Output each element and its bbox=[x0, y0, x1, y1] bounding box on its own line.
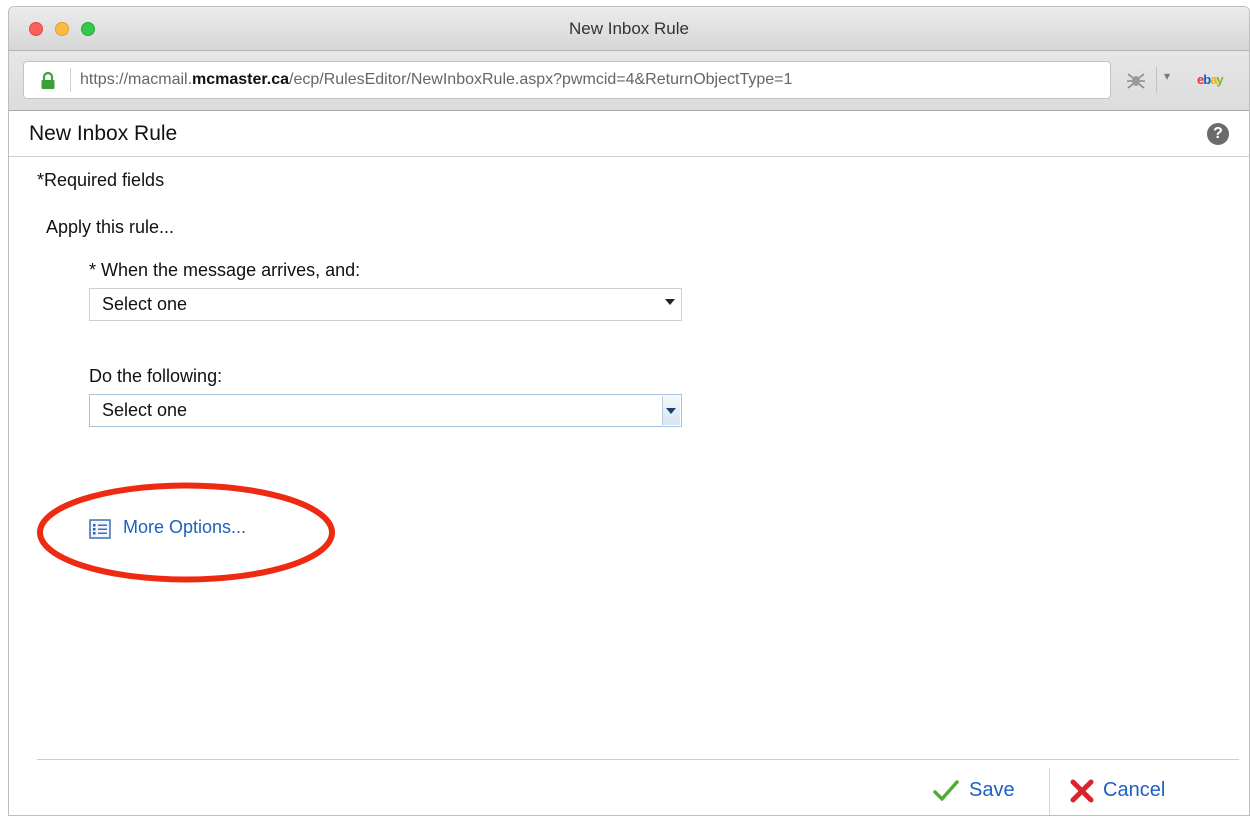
page-title: New Inbox Rule bbox=[29, 122, 178, 145]
url-text: https://macmail.mcmaster.ca/ecp/RulesEdi… bbox=[80, 71, 792, 89]
title-bar: New Inbox Rule bbox=[9, 7, 1249, 51]
checkmark-icon bbox=[933, 780, 959, 801]
cancel-label: Cancel bbox=[1103, 779, 1166, 801]
bug-icon[interactable] bbox=[1125, 70, 1147, 90]
address-bar: https://macmail.mcmaster.ca/ecp/RulesEdi… bbox=[9, 51, 1249, 111]
save-label: Save bbox=[969, 779, 1015, 801]
url-field[interactable]: https://macmail.mcmaster.ca/ecp/RulesEdi… bbox=[23, 61, 1111, 99]
browser-window: New Inbox Rule https://macmail.mcmaster.… bbox=[8, 6, 1250, 816]
ebay-logo: ebay bbox=[1197, 72, 1224, 87]
url-path: /ecp/RulesEditor/NewInboxRule.aspx?pwmci… bbox=[289, 71, 793, 88]
list-icon bbox=[89, 519, 111, 539]
chevron-down-icon bbox=[665, 299, 675, 305]
dialog-header: New Inbox Rule ? bbox=[9, 113, 1249, 157]
apply-rule-label: Apply this rule... bbox=[46, 217, 175, 237]
dropdown-button[interactable] bbox=[662, 396, 680, 425]
ebay-letter: y bbox=[1216, 72, 1223, 87]
when-condition-select[interactable]: Select one bbox=[89, 288, 682, 321]
button-separator bbox=[1049, 768, 1050, 815]
more-options-link[interactable]: More Options... bbox=[123, 517, 246, 538]
when-message-arrives-label: * When the message arrives, and: bbox=[89, 260, 361, 280]
do-following-label: Do the following: bbox=[89, 366, 223, 386]
do-action-select[interactable]: Select one bbox=[89, 394, 682, 427]
ebay-icon[interactable]: ebay bbox=[1197, 72, 1224, 87]
footer-divider bbox=[37, 759, 1239, 760]
x-icon bbox=[1070, 779, 1094, 803]
toolbar-separator bbox=[1156, 67, 1157, 93]
url-domain: mcmaster.ca bbox=[192, 71, 289, 88]
url-prefix: https://macmail. bbox=[80, 71, 193, 88]
lock-icon bbox=[41, 72, 55, 89]
when-condition-value: Select one bbox=[102, 294, 188, 314]
help-icon[interactable]: ? bbox=[1207, 123, 1229, 145]
dropdown-icon[interactable]: ▾ bbox=[1164, 69, 1170, 83]
do-action-value: Select one bbox=[102, 400, 188, 420]
required-fields-note: *Required fields bbox=[37, 170, 165, 190]
chevron-down-icon bbox=[666, 408, 676, 414]
url-separator bbox=[70, 68, 71, 92]
window-title: New Inbox Rule bbox=[568, 19, 689, 38]
